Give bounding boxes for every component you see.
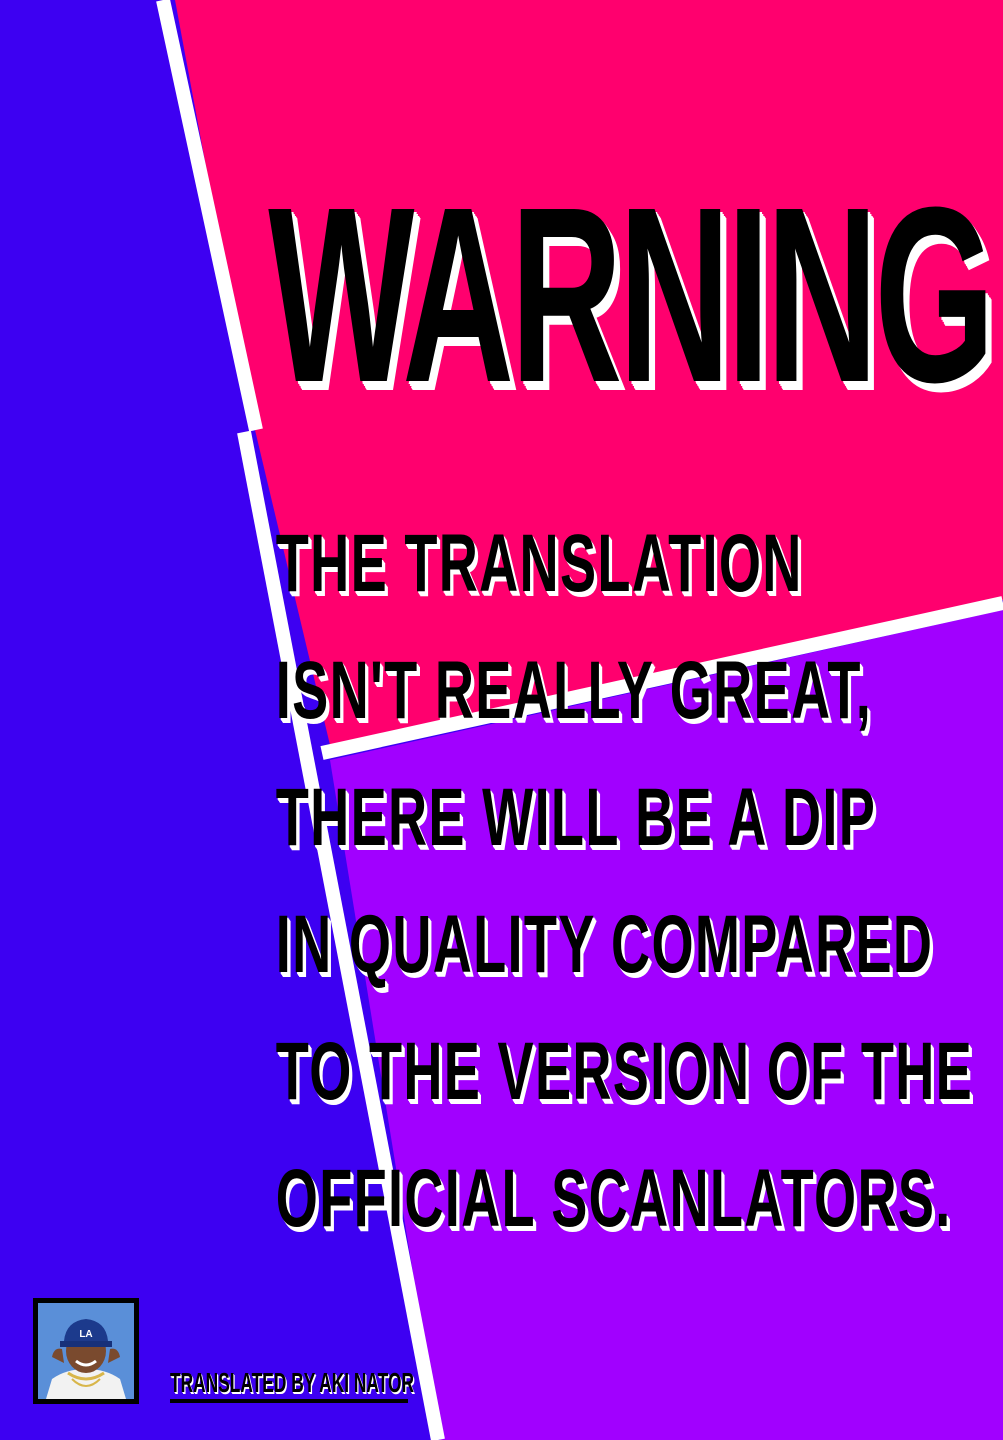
translator-credit: TRANSLATED BY AKI NATOR xyxy=(170,1367,415,1398)
warning-message: THE TRANSLATION ISN'T REALLY GREAT, THER… xyxy=(150,500,974,1262)
message-line: THE TRANSLATION xyxy=(275,518,803,609)
message-line: THERE WILL BE A DIP xyxy=(275,772,877,863)
message-line: IN QUALITY COMPARED xyxy=(275,899,934,990)
translator-avatar: LA xyxy=(33,1298,139,1404)
svg-text:LA: LA xyxy=(79,1329,92,1340)
credit-underline xyxy=(170,1399,408,1403)
message-line: TO THE VERSION OF THE xyxy=(275,1026,974,1117)
message-line: ISN'T REALLY GREAT, xyxy=(275,645,873,736)
message-line: OFFICIAL SCANLATORS. xyxy=(275,1153,952,1244)
avatar-illustration: LA xyxy=(38,1303,134,1399)
warning-title: WARNING xyxy=(268,155,995,434)
warning-poster: WARNING THE TRANSLATION ISN'T REALLY GRE… xyxy=(0,0,1003,1440)
